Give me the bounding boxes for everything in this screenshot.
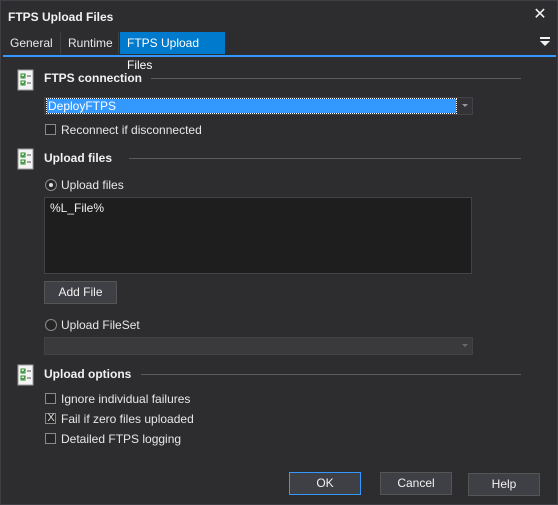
chevron-down-icon[interactable] [462, 344, 468, 347]
ignore-failures-checkbox[interactable] [45, 393, 56, 404]
tab-menu-icon[interactable] [540, 36, 550, 48]
section-title-upload-options: Upload options [44, 367, 132, 381]
reconnect-checkbox[interactable] [45, 124, 56, 135]
reconnect-label: Reconnect if disconnected [61, 123, 202, 137]
tab-ftps-upload-files[interactable]: FTPS Upload Files [120, 32, 225, 72]
ok-button[interactable]: OK [289, 472, 361, 495]
checklist-icon [17, 148, 34, 170]
dialog-window: FTPS Upload Files ✕ General Runtime FTPS… [0, 0, 558, 505]
add-file-button[interactable]: Add File [44, 281, 117, 304]
tab-bar: General Runtime FTPS Upload Files [3, 31, 556, 72]
files-textarea[interactable]: %L_File% [44, 197, 472, 274]
upload-fileset-radio[interactable] [45, 319, 57, 331]
close-icon[interactable]: ✕ [531, 6, 549, 24]
chevron-down-icon[interactable] [462, 104, 468, 107]
fail-if-zero-label: Fail if zero files uploaded [61, 412, 194, 426]
connection-select-value: DeployFTPS [46, 98, 457, 114]
section-title-ftps-connection: FTPS connection [44, 71, 143, 85]
upload-files-radio[interactable] [45, 179, 57, 191]
title-bar: FTPS Upload Files ✕ [1, 1, 557, 31]
section-divider [141, 374, 521, 375]
ignore-failures-label: Ignore individual failures [61, 392, 191, 406]
checklist-icon [17, 364, 34, 386]
upload-fileset-radio-label: Upload FileSet [61, 318, 140, 332]
tab-runtime[interactable]: Runtime [61, 32, 119, 54]
fail-if-zero-checkbox[interactable]: X [45, 412, 56, 424]
detailed-logging-label: Detailed FTPS logging [61, 432, 182, 446]
window-title: FTPS Upload Files [8, 10, 114, 24]
connection-select[interactable]: DeployFTPS [44, 97, 473, 115]
section-divider [129, 158, 521, 159]
cancel-button[interactable]: Cancel [380, 472, 452, 495]
fileset-select[interactable] [44, 337, 473, 355]
section-title-upload-files: Upload files [44, 151, 113, 165]
tab-general[interactable]: General [3, 32, 61, 54]
detailed-logging-checkbox[interactable] [45, 433, 56, 444]
checkbox-checked-mark: X [47, 412, 55, 424]
help-button[interactable]: Help [468, 473, 540, 496]
section-divider [151, 78, 521, 79]
radio-selected-dot [49, 183, 53, 187]
checklist-icon [17, 69, 34, 91]
upload-files-radio-label: Upload files [61, 178, 124, 192]
